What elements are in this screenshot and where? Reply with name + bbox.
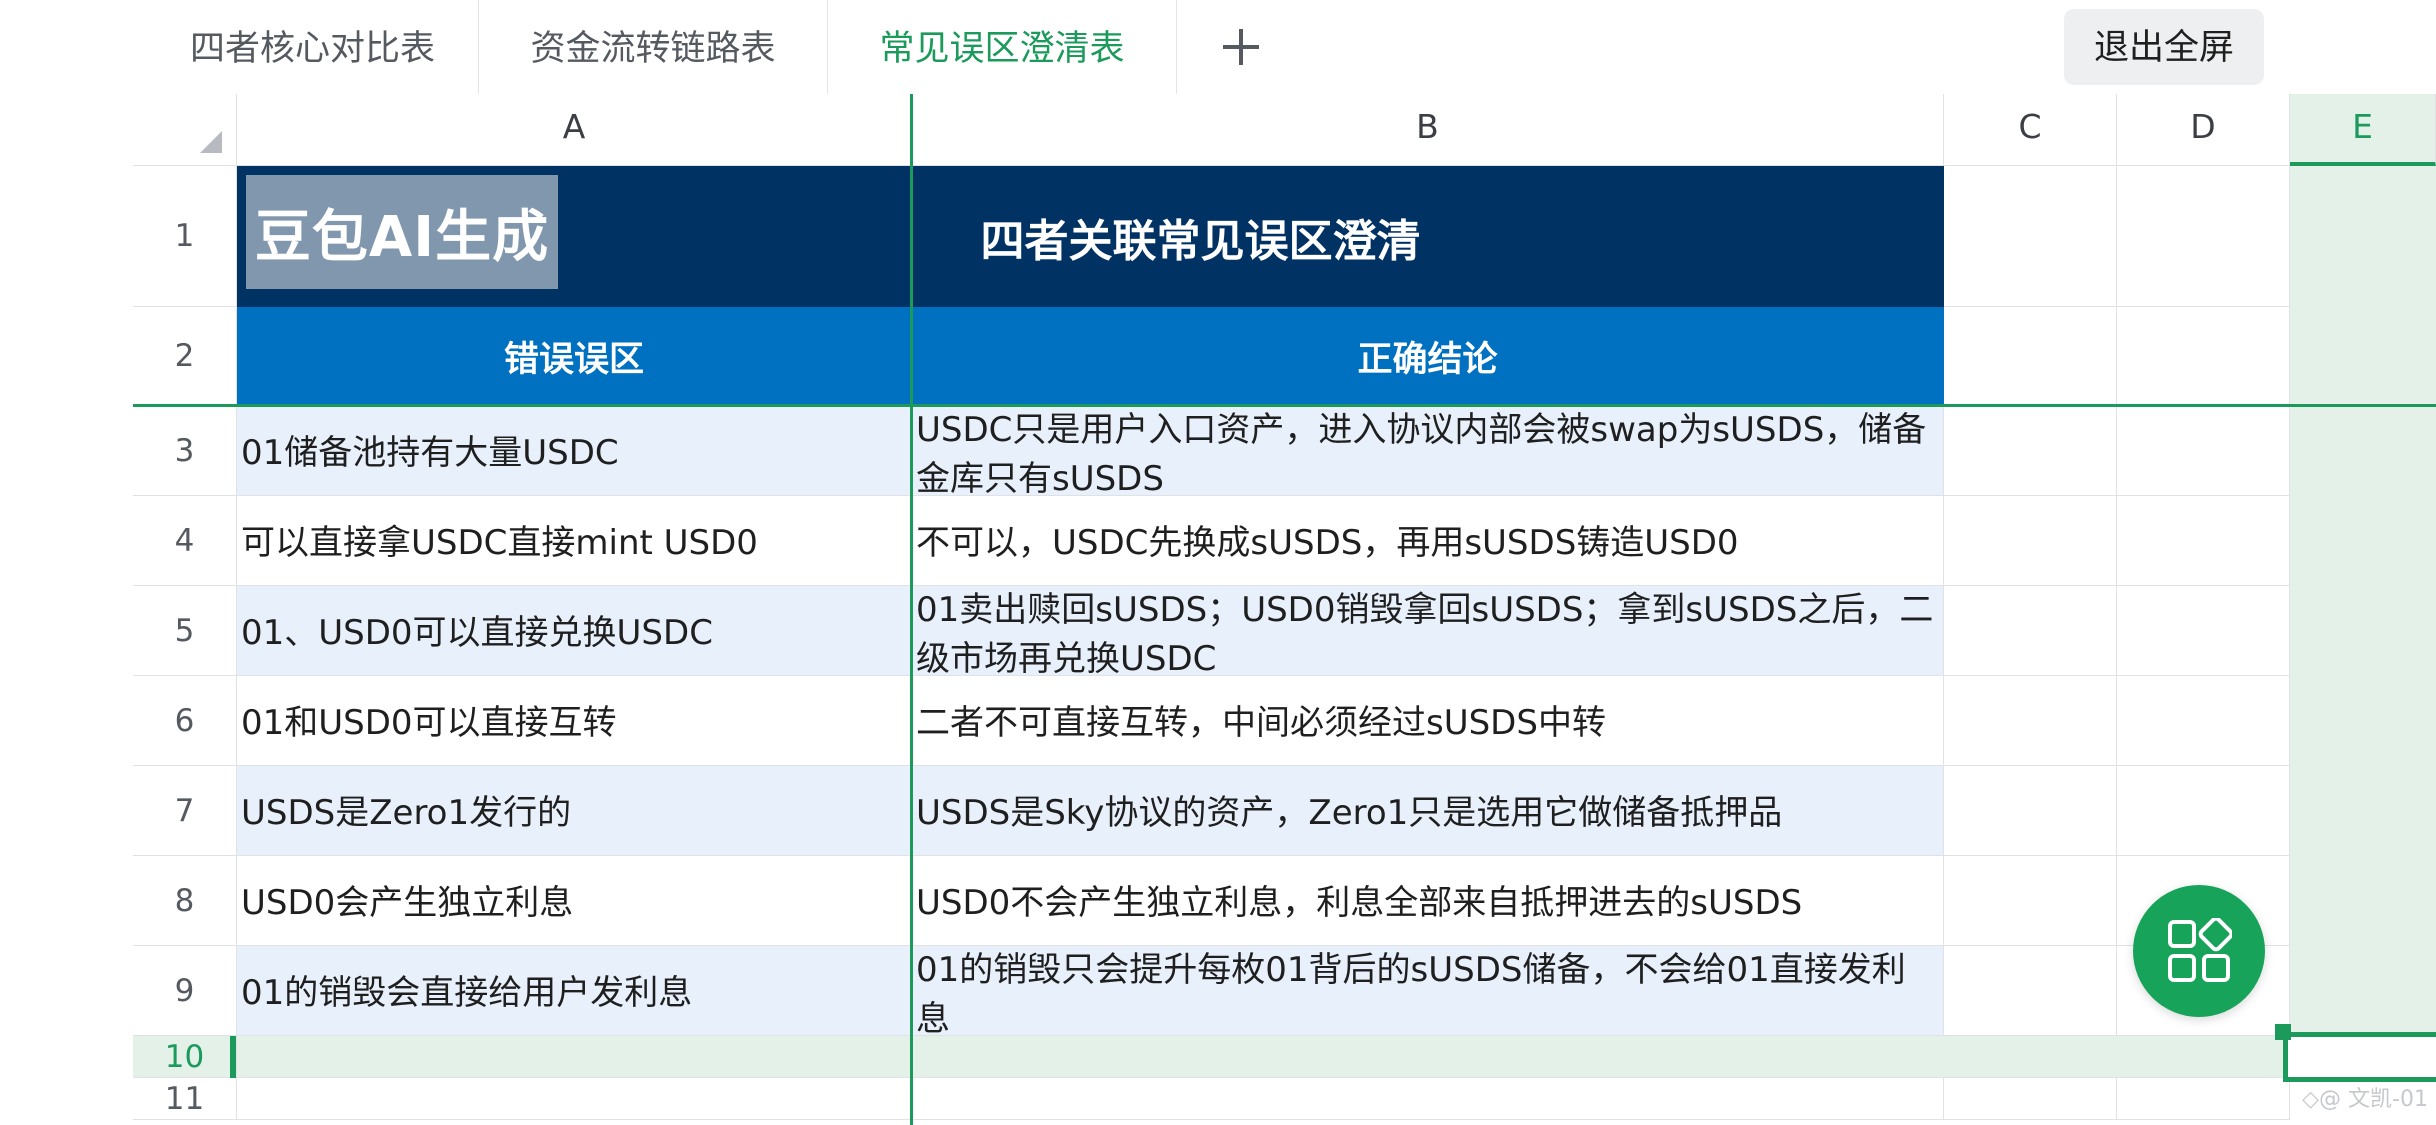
cell-a7-text: USDS是Zero1发行的	[241, 793, 572, 833]
select-all-corner[interactable]	[133, 94, 237, 166]
cell-d6[interactable]	[2117, 676, 2290, 766]
cell-c11[interactable]	[1944, 1078, 2117, 1120]
row-10-selection-edge	[230, 1036, 236, 1078]
column-header-c[interactable]: C	[1944, 94, 2117, 166]
cell-b5[interactable]: 01卖出赎回sUSDS；USD0销毁拿回sUSDS；拿到sUSDS之后，二级市场…	[912, 586, 1944, 676]
sheet-tab-bar: 四者核心对比表 资金流转链路表 常见误区澄清表 退出全屏	[0, 0, 2436, 94]
cell-d4[interactable]	[2117, 496, 2290, 586]
cell-b5-text: 01卖出赎回sUSDS；USD0销毁拿回sUSDS；拿到sUSDS之后，二级市场…	[916, 590, 1934, 676]
cell-b8-text: USD0不会产生独立利息，利息全部来自抵押进去的sUSDS	[916, 883, 1803, 923]
cell-a5-text: 01、USD0可以直接兑换USDC	[241, 613, 713, 653]
cell-a9[interactable]: 01的销毁会直接给用户发利息	[237, 946, 912, 1036]
select-all-triangle-icon	[200, 131, 222, 153]
cell-d3[interactable]	[2117, 406, 2290, 496]
apps-fab-button[interactable]	[2133, 885, 2265, 1017]
spreadsheet-grid: A B C D E 1 2 3 4 5 6 7 8 9 10 11 四者关联常见…	[0, 94, 2436, 1125]
row-header-10[interactable]: 10	[133, 1036, 237, 1078]
row-header-9[interactable]: 9	[133, 946, 237, 1036]
column-header-b[interactable]: B	[912, 94, 1944, 166]
cell-b7[interactable]: USDS是Sky协议的资产，Zero1只是选用它做储备抵押品	[912, 766, 1944, 856]
cell-c6[interactable]	[1944, 676, 2117, 766]
cell-b7-text: USDS是Sky协议的资产，Zero1只是选用它做储备抵押品	[916, 793, 1783, 833]
exit-fullscreen-button[interactable]: 退出全屏	[2064, 9, 2264, 85]
author-watermark: ◇@ 文凯-01	[2302, 1087, 2428, 1112]
row-header-11[interactable]: 11	[133, 1078, 237, 1120]
cell-b3[interactable]: USDC只是用户入口资产，进入协议内部会被swap为sUSDS，储备金库只有sU…	[912, 406, 1944, 496]
header-misconception[interactable]: 错误误区	[237, 307, 912, 406]
column-e-selection[interactable]	[2290, 166, 2436, 1036]
cell-a6[interactable]: 01和USD0可以直接互转	[237, 676, 912, 766]
apps-grid-icon	[2168, 918, 2232, 982]
row-header-4[interactable]: 4	[133, 496, 237, 586]
tab-fund-flow[interactable]: 资金流转链路表	[479, 0, 828, 94]
row-header-3[interactable]: 3	[133, 406, 237, 496]
cell-d11[interactable]	[2117, 1078, 2290, 1120]
row-header-8[interactable]: 8	[133, 856, 237, 946]
row-10-selection[interactable]	[237, 1036, 2290, 1078]
plus-icon	[1223, 29, 1259, 65]
cell-b6-text: 二者不可直接互转，中间必须经过sUSDS中转	[916, 703, 1606, 743]
cell-d2[interactable]	[2117, 307, 2290, 406]
cell-c4[interactable]	[1944, 496, 2117, 586]
cell-a3[interactable]: 01储备池持有大量USDC	[237, 406, 912, 496]
column-header-a[interactable]: A	[237, 94, 912, 166]
tab-misconceptions[interactable]: 常见误区澄清表	[828, 0, 1177, 94]
row-header-2[interactable]: 2	[133, 307, 237, 406]
cell-a6-text: 01和USD0可以直接互转	[241, 703, 617, 743]
cell-b3-text: USDC只是用户入口资产，进入协议内部会被swap为sUSDS，储备金库只有sU…	[916, 410, 1927, 496]
cell-b9[interactable]: 01的销毁只会提升每枚01背后的sUSDS储备，不会给01直接发利息	[912, 946, 1944, 1036]
row-header-1[interactable]: 1	[133, 166, 237, 307]
ai-watermark-badge: 豆包AI生成	[246, 175, 558, 289]
cell-b4-text: 不可以，USDC先换成sUSDS，再用sUSDS铸造USD0	[916, 523, 1739, 563]
cell-c1[interactable]	[1944, 166, 2117, 307]
sheet-title: 四者关联常见误区澄清	[980, 215, 1421, 267]
cell-c3[interactable]	[1944, 406, 2117, 496]
cell-c2[interactable]	[1944, 307, 2117, 406]
cell-b6[interactable]: 二者不可直接互转，中间必须经过sUSDS中转	[912, 676, 1944, 766]
cell-d5[interactable]	[2117, 586, 2290, 676]
cell-b11[interactable]	[912, 1078, 1944, 1120]
cell-b9-text: 01的销毁只会提升每枚01背后的sUSDS储备，不会给01直接发利息	[916, 950, 1906, 1036]
column-header-d[interactable]: D	[2117, 94, 2290, 166]
cell-a4[interactable]: 可以直接拿USDC直接mint USD0	[237, 496, 912, 586]
frozen-column-line[interactable]	[910, 94, 913, 1125]
cell-c8[interactable]	[1944, 856, 2117, 946]
row-header-6[interactable]: 6	[133, 676, 237, 766]
cell-b8[interactable]: USD0不会产生独立利息，利息全部来自抵押进去的sUSDS	[912, 856, 1944, 946]
cell-a4-text: 可以直接拿USDC直接mint USD0	[241, 523, 758, 563]
cell-d7[interactable]	[2117, 766, 2290, 856]
cell-a11[interactable]	[237, 1078, 912, 1120]
cell-c9[interactable]	[1944, 946, 2117, 1036]
fill-handle[interactable]	[2275, 1024, 2291, 1040]
cell-c7[interactable]	[1944, 766, 2117, 856]
cell-c5[interactable]	[1944, 586, 2117, 676]
column-header-e[interactable]: E	[2290, 94, 2436, 166]
cell-d1[interactable]	[2117, 166, 2290, 307]
tab-core-comparison[interactable]: 四者核心对比表	[147, 0, 479, 94]
cell-a9-text: 01的销毁会直接给用户发利息	[241, 973, 693, 1013]
cell-b4[interactable]: 不可以，USDC先换成sUSDS，再用sUSDS铸造USD0	[912, 496, 1944, 586]
cell-a5[interactable]: 01、USD0可以直接兑换USDC	[237, 586, 912, 676]
frozen-row-line[interactable]	[133, 404, 2436, 407]
row-header-7[interactable]: 7	[133, 766, 237, 856]
cell-a7[interactable]: USDS是Zero1发行的	[237, 766, 912, 856]
row-header-5[interactable]: 5	[133, 586, 237, 676]
cell-a8-text: USD0会产生独立利息	[241, 883, 574, 923]
cell-a8[interactable]: USD0会产生独立利息	[237, 856, 912, 946]
cell-a3-text: 01储备池持有大量USDC	[241, 433, 619, 473]
add-sheet-button[interactable]	[1176, 0, 1306, 94]
header-correct-conclusion[interactable]: 正确结论	[912, 307, 1944, 406]
active-cell-e10[interactable]	[2283, 1032, 2436, 1082]
